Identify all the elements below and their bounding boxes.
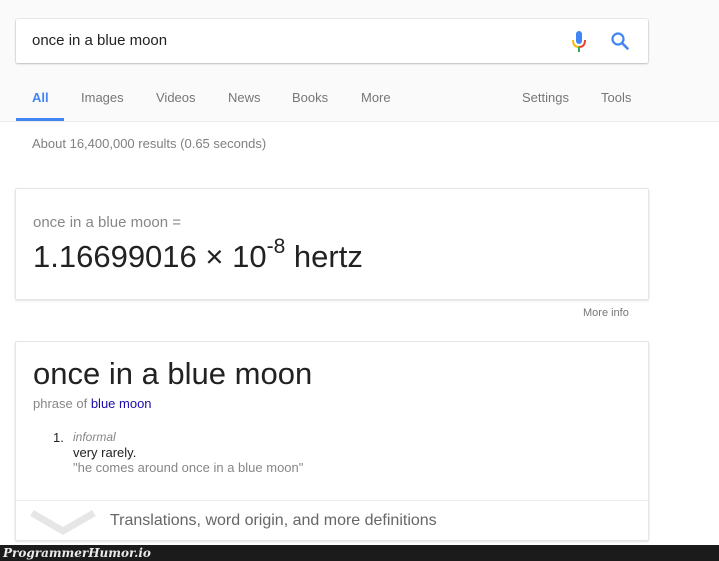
calculator-query: once in a blue moon = (33, 214, 182, 231)
tab-settings[interactable]: Settings (522, 90, 569, 105)
definition-example: "he comes around once in a blue moon" (73, 460, 304, 475)
phrase-of-line: phrase of blue moon (33, 396, 152, 411)
definition-text: very rarely. (73, 445, 137, 460)
search-input[interactable] (32, 19, 552, 63)
dictionary-headword: once in a blue moon (33, 356, 313, 391)
header: All Images Videos News Books More Settin… (0, 0, 719, 122)
more-definitions-label: Translations, word origin, and more defi… (110, 512, 437, 529)
watermark-bar: ProgrammerHumor.io (0, 545, 719, 561)
definition-register: informal (73, 430, 116, 444)
tab-images[interactable]: Images (81, 90, 124, 105)
watermark-text: ProgrammerHumor.io (3, 546, 151, 560)
calculator-result: 1.16699016 × 10-8 hertz (33, 235, 363, 275)
microphone-icon[interactable] (572, 31, 586, 53)
tab-more[interactable]: More (361, 90, 391, 105)
tab-tools[interactable]: Tools (601, 90, 631, 105)
definition-number: 1. (53, 430, 64, 445)
result-stats: About 16,400,000 results (0.65 seconds) (32, 136, 267, 151)
phrase-prefix: phrase of (33, 396, 88, 411)
blue-moon-link[interactable]: blue moon (91, 396, 152, 411)
result-unit: hertz (293, 239, 363, 274)
more-definitions-expander[interactable]: Translations, word origin, and more defi… (16, 500, 648, 541)
active-tab-indicator (16, 118, 64, 121)
dictionary-card: once in a blue moon phrase of blue moon … (15, 341, 649, 541)
more-info-link[interactable]: More info (583, 307, 629, 319)
tab-news[interactable]: News (228, 90, 261, 105)
result-mantissa: 1.16699016 × 10 (33, 239, 267, 274)
tab-all[interactable]: All (32, 90, 49, 105)
unit-converter-card: once in a blue moon = 1.16699016 × 10-8 … (15, 188, 649, 300)
search-tabs: All Images Videos News Books More Settin… (0, 76, 719, 122)
result-exponent: -8 (266, 235, 286, 258)
search-box[interactable] (16, 19, 648, 63)
chevron-down-icon (30, 509, 96, 536)
tab-videos[interactable]: Videos (156, 90, 196, 105)
tab-books[interactable]: Books (292, 90, 328, 105)
magnifier-icon[interactable] (610, 31, 630, 51)
